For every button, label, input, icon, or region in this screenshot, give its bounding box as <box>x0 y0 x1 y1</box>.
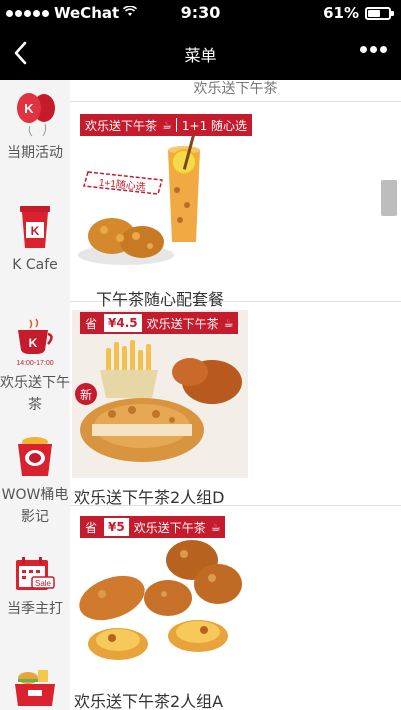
teacup-icon: ☕ <box>210 520 221 534</box>
sale-label: Sale <box>35 579 52 588</box>
coffee-cup-icon: K <box>20 206 50 248</box>
new-badge: 新 <box>80 387 92 402</box>
teacup-icon: K 14:00-17:00 <box>16 318 54 367</box>
balloon-icon: K <box>17 93 55 137</box>
product-card[interactable]: 新 省 ¥4.5 欢乐送下午茶 ☕ 欢乐送下午茶2人组D <box>70 302 401 507</box>
sidebar-item-afternoon-tea[interactable]: K 14:00-17:00 欢乐送下午茶 <box>0 316 70 416</box>
sidebar-item-wow-bucket[interactable]: WOW桶电影记 <box>0 434 70 528</box>
teacup-icon: ☕ <box>223 316 234 330</box>
teacup-icon: ☕ <box>162 118 172 132</box>
sidebar-item-current-activity[interactable]: K 当期活动 <box>0 88 70 164</box>
price-prefix: 省 <box>85 520 98 535</box>
svg-text:K: K <box>24 101 34 116</box>
status-right: 61% <box>323 4 394 22</box>
sidebar-item-burger-box[interactable] <box>0 666 70 710</box>
bucket-icon <box>18 437 52 476</box>
product-card[interactable]: 省 ¥5 欢乐送下午茶 ☕ 欢乐送下午茶2人组A <box>70 506 401 710</box>
product-card[interactable]: 1+1随心选 欢乐送下午茶 ☕ 1+1 随心选 下午茶随心配套餐 <box>70 102 401 309</box>
category-sidebar: K 当期活动 K K Cafe K 14:00-17:00 欢乐送下午茶 WOW <box>0 80 70 710</box>
sidebar-item-kcafe[interactable]: K K Cafe <box>0 202 70 276</box>
battery-icon <box>365 6 394 20</box>
tea-time-label: 14:00-17:00 <box>16 360 53 367</box>
product-image <box>72 514 248 682</box>
product-name: 欢乐送下午茶2人组D <box>74 488 225 507</box>
promo-tag: 欢乐送下午茶 ☕ 1+1 随心选 <box>80 114 253 136</box>
burger-box-icon <box>15 670 55 706</box>
page-title: 菜单 <box>184 46 217 65</box>
battery-percent: 61% <box>323 4 359 22</box>
svg-text:K: K <box>31 224 40 238</box>
section-title: 欢乐送下午茶 <box>70 80 401 102</box>
sidebar-item-label: 当期活动 <box>7 145 63 161</box>
scrollbar-thumb[interactable] <box>381 180 397 216</box>
nav-bar: 菜单 <box>0 26 401 80</box>
product-name: 欢乐送下午茶2人组A <box>74 692 224 710</box>
sidebar-item-label: 当季主打 <box>7 601 63 617</box>
promo-tag-extra: 1+1 随心选 <box>181 118 248 133</box>
promo-tag: 省 ¥4.5 欢乐送下午茶 ☕ <box>80 312 238 334</box>
product-list[interactable]: 欢乐送下午茶 1+1随心选 欢乐送下午茶 ☕ 1+1 随心选 下午茶随心配套餐 … <box>70 80 401 710</box>
sidebar-item-label: WOW桶电影记 <box>1 487 69 525</box>
svg-text:K: K <box>29 336 38 350</box>
calendar-sale-icon: Sale <box>16 557 55 590</box>
promo-tag-text: 欢乐送下午茶 <box>146 316 219 331</box>
savings-price: ¥5 <box>104 518 129 536</box>
promo-tag-text: 欢乐送下午茶 <box>85 118 158 133</box>
promo-tag-text: 欢乐送下午茶 <box>133 520 206 535</box>
more-button[interactable] <box>360 46 387 53</box>
price-prefix: 省 <box>85 316 98 331</box>
promo-tag: 省 ¥5 欢乐送下午茶 ☕ <box>80 516 225 538</box>
sidebar-item-label: K Cafe <box>12 257 58 273</box>
savings-price: ¥4.5 <box>104 314 142 332</box>
product-image: 新 <box>72 310 248 478</box>
status-bar: WeChat 9:30 61% <box>0 0 401 26</box>
more-dots-icon <box>360 46 367 53</box>
sidebar-item-label: 欢乐送下午茶 <box>0 375 70 413</box>
sidebar-item-seasonal[interactable]: Sale 当季主打 <box>0 554 70 620</box>
